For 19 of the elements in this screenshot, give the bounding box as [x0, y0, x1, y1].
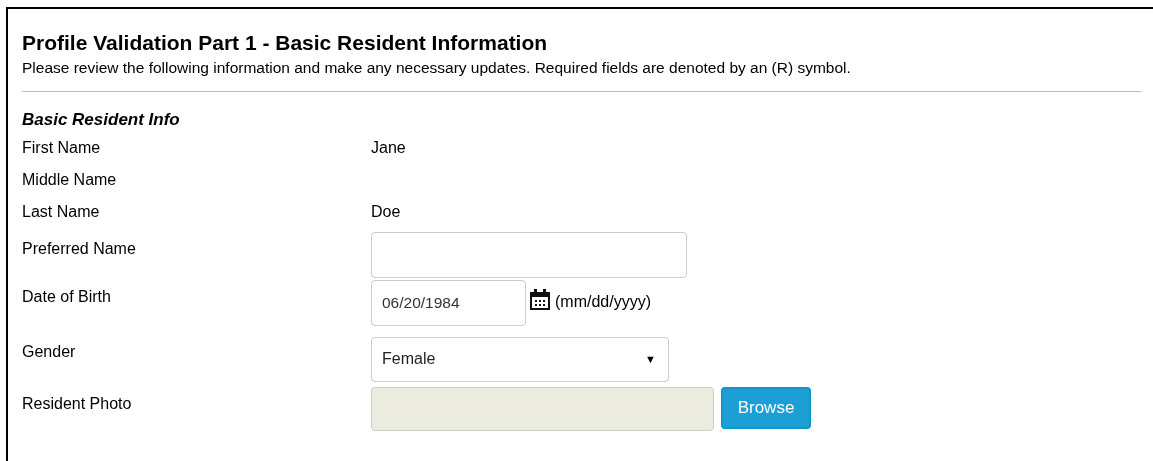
field-label: Date of Birth	[22, 287, 112, 307]
field-value: Jane	[371, 138, 406, 158]
field-label: Middle Name	[22, 170, 118, 190]
date-field[interactable]: 06/20/1984	[371, 280, 526, 326]
gender-select[interactable]: Female ▼	[371, 336, 669, 382]
field-label: Resident Photo	[22, 394, 133, 414]
field-label: Gender	[22, 342, 77, 362]
date-format-hint: (mm/dd/yyyy)	[555, 292, 651, 312]
instructions-text: Please review the following information and make any necessary updates. Required fields are denoted by an (R) symbol.	[22, 58, 852, 78]
file-path-field[interactable]	[371, 387, 714, 431]
calendar-icon[interactable]	[529, 289, 551, 311]
field-value: Doe	[371, 202, 401, 222]
section-heading: Basic Resident Info	[22, 109, 181, 131]
field-label: First Name	[22, 138, 102, 158]
page-title: Profile Validation Part 1 - Basic Resident Information	[22, 30, 549, 56]
field-label: Preferred Name	[22, 239, 137, 259]
input-field[interactable]	[371, 232, 687, 278]
field-label: Last Name	[22, 202, 101, 222]
dropdown-arrow-icon: ▼	[645, 350, 656, 368]
